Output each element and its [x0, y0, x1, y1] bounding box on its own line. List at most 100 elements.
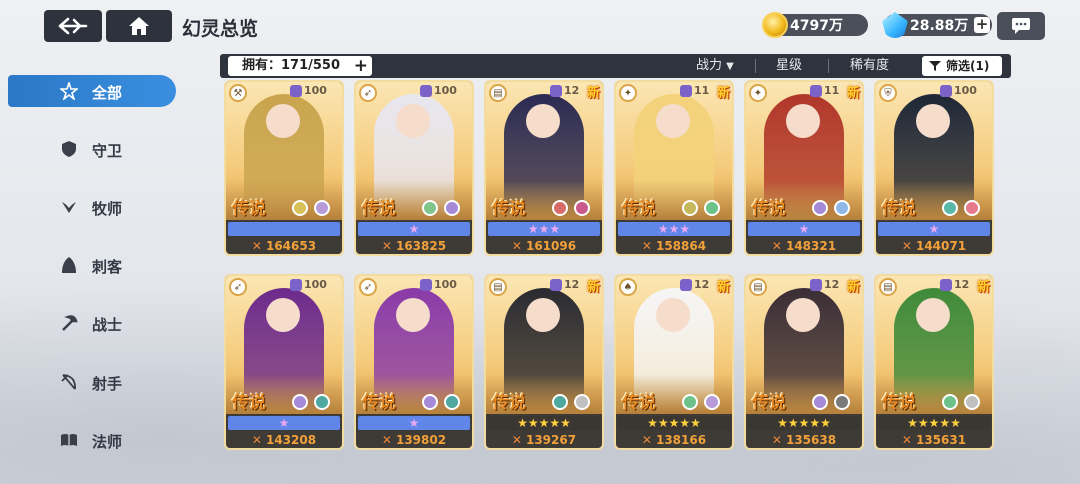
- level-icon: [680, 279, 692, 291]
- filter-icon: [929, 61, 941, 71]
- level-label: 12: [564, 84, 580, 97]
- element-icon: [552, 200, 568, 216]
- sidebar-item-assassin[interactable]: 刺客: [8, 249, 176, 281]
- power-swords-icon: ✕: [511, 239, 522, 253]
- element-icon: [574, 394, 590, 410]
- rarity-label: 传说: [492, 199, 526, 219]
- character-face: [656, 104, 690, 138]
- level-icon: [810, 85, 822, 97]
- archer-class-icon: ➶: [229, 278, 247, 296]
- add-gems-button[interactable]: +: [974, 17, 990, 33]
- archer-class-icon: ➶: [359, 278, 377, 296]
- sidebar-item-label: 全部: [92, 84, 123, 102]
- mage-class-icon: ▤: [489, 84, 507, 102]
- gold-currency: 4797万: [762, 12, 868, 38]
- sidebar-item-all[interactable]: 全部: [8, 75, 176, 107]
- character-card[interactable]: ➶ 100 传说 ★ ✕ 139802: [354, 274, 474, 450]
- power-number: 164653: [265, 239, 317, 253]
- home-icon: [129, 17, 149, 35]
- sidebar-item-guardian[interactable]: 守卫: [8, 133, 176, 165]
- filter-button[interactable]: 筛选(1): [922, 56, 1002, 76]
- character-card[interactable]: ▤ 12 新传说 ★★★★★ ✕ 135638: [744, 274, 864, 450]
- sidebar-item-mage[interactable]: 法师: [8, 424, 176, 456]
- divider: [828, 59, 829, 73]
- divider: [755, 59, 756, 73]
- element-icon: [964, 394, 980, 410]
- power-swords-icon: ✕: [771, 239, 782, 253]
- element-icon: [812, 394, 828, 410]
- level-label: 12: [564, 278, 580, 291]
- level-label: 100: [304, 84, 327, 97]
- home-button[interactable]: [106, 10, 172, 42]
- power-number: 143208: [265, 433, 317, 447]
- power-number: 148321: [785, 239, 837, 253]
- character-face: [396, 104, 430, 138]
- power-swords-icon: ✕: [251, 433, 262, 447]
- gem-currency: 28.88万 +: [882, 12, 992, 38]
- character-card[interactable]: ♠ 12 新传说 ★★★★★ ✕ 138166: [614, 274, 734, 450]
- filter-label: 筛选(1): [946, 59, 990, 73]
- element-icon: [682, 200, 698, 216]
- element-icon: [682, 394, 698, 410]
- level-label: 100: [434, 278, 457, 291]
- power-number: 139267: [525, 433, 577, 447]
- sort-rarity-button[interactable]: 稀有度: [850, 57, 889, 75]
- power-swords-icon: ✕: [901, 433, 912, 447]
- element-icon: [812, 200, 828, 216]
- level-icon: [550, 279, 562, 291]
- new-badge: 新: [586, 280, 600, 295]
- new-badge: 新: [716, 86, 730, 101]
- sidebar-item-label: 射手: [92, 375, 123, 393]
- power-value: ✕ 144071: [876, 238, 992, 254]
- star-rating: ★★★★★: [517, 416, 571, 430]
- character-card[interactable]: ➶ 100 传说 ★ ✕ 163825: [354, 80, 474, 256]
- character-card[interactable]: ▤ 12 新传说 ★★★★★ ✕ 139267: [484, 274, 604, 450]
- level-icon: [420, 279, 432, 291]
- back-button[interactable]: [44, 10, 102, 42]
- sort-power-button[interactable]: 战力 ▼: [696, 57, 734, 75]
- star-bar: [228, 222, 340, 236]
- level-label: 12: [694, 278, 710, 291]
- level-icon: [810, 279, 822, 291]
- guardian-class-icon: ⛨: [879, 84, 897, 102]
- sidebar-item-warrior[interactable]: 战士: [8, 307, 176, 339]
- power-number: 161096: [525, 239, 577, 253]
- sidebar-item-archer[interactable]: 射手: [8, 366, 176, 398]
- mage-book-icon: [60, 431, 78, 449]
- character-card[interactable]: ➶ 100 传说 ★ ✕ 143208: [224, 274, 344, 450]
- sort-star-button[interactable]: 星级: [776, 57, 802, 75]
- level-label: 12: [954, 278, 970, 291]
- character-face: [266, 104, 300, 138]
- power-value: ✕ 139802: [356, 432, 472, 448]
- rarity-label: 传说: [232, 393, 266, 413]
- character-card[interactable]: ✦ 11 新传说 ★★★ ✕ 158864: [614, 80, 734, 256]
- star-rating: ★: [798, 222, 810, 236]
- character-card[interactable]: ▤ 12 新传说 ★★★★★ ✕ 135631: [874, 274, 994, 450]
- new-badge: 新: [976, 280, 990, 295]
- back-arrow-icon: [58, 17, 88, 35]
- power-value: ✕ 158864: [616, 238, 732, 254]
- star-rating: ★: [928, 222, 940, 236]
- power-swords-icon: ✕: [381, 433, 392, 447]
- sidebar-item-label: 守卫: [92, 142, 123, 160]
- character-face: [916, 298, 950, 332]
- archer-class-icon: ➶: [359, 84, 377, 102]
- level-icon: [680, 85, 692, 97]
- character-card[interactable]: ✦ 11 新传说 ★ ✕ 148321: [744, 80, 864, 256]
- expand-plus-icon[interactable]: +: [354, 56, 368, 76]
- sidebar-item-priest[interactable]: 牧师: [8, 191, 176, 223]
- character-card[interactable]: ⚒ 100 传说 ✕ 164653: [224, 80, 344, 256]
- mage-class-icon: ▤: [879, 278, 897, 296]
- character-card[interactable]: ⛨ 100 传说 ★ ✕ 144071: [874, 80, 994, 256]
- character-card[interactable]: ▤ 12 新传说 ★★★ ✕ 161096: [484, 80, 604, 256]
- chat-button[interactable]: [997, 12, 1045, 40]
- character-face: [526, 104, 560, 138]
- new-badge: 新: [846, 86, 860, 101]
- sidebar-item-label: 刺客: [92, 258, 123, 276]
- filter-bar: 拥有：171/550 + 战力 ▼ 星级 稀有度 筛选(1): [220, 54, 1011, 78]
- power-swords-icon: ✕: [511, 433, 522, 447]
- level-label: 100: [434, 84, 457, 97]
- level-icon: [290, 85, 302, 97]
- power-swords-icon: ✕: [641, 433, 652, 447]
- owned-count[interactable]: 拥有：171/550 +: [228, 56, 372, 76]
